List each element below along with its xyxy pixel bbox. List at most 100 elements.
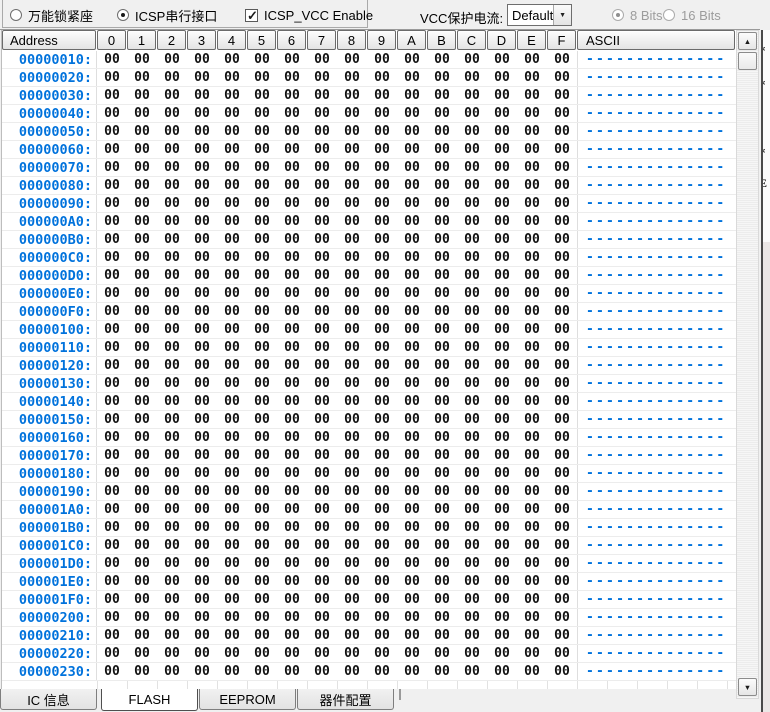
ascii-cell[interactable]: ---------------- (577, 591, 736, 608)
hex-cell[interactable]: 00 (127, 70, 157, 85)
hex-cell[interactable]: 00 (517, 358, 547, 373)
hex-cell[interactable]: 00 (547, 448, 577, 463)
hex-cell[interactable]: 00 (457, 88, 487, 103)
hex-cell[interactable]: 00 (187, 358, 217, 373)
hex-cell[interactable]: 00 (337, 304, 367, 319)
hex-cell[interactable]: 00 (97, 286, 127, 301)
hex-cell[interactable]: 00 (247, 610, 277, 625)
hex-cell[interactable]: 00 (247, 340, 277, 355)
vertical-scrollbar[interactable]: ▲ ▼ (736, 30, 759, 699)
hex-cell[interactable]: 00 (127, 520, 157, 535)
hex-cell[interactable]: 00 (397, 646, 427, 661)
hex-cell[interactable]: 00 (277, 304, 307, 319)
hex-cell[interactable]: 00 (127, 556, 157, 571)
ascii-cell[interactable]: ---------------- (577, 573, 736, 590)
hex-cell[interactable]: 00 (307, 124, 337, 139)
hex-cell[interactable]: 00 (277, 484, 307, 499)
hex-cell[interactable]: 00 (187, 106, 217, 121)
radio-icon[interactable] (10, 9, 22, 21)
hex-cell[interactable]: 00 (187, 322, 217, 337)
hex-cell[interactable]: 00 (337, 664, 367, 679)
hex-cell[interactable]: 00 (157, 232, 187, 247)
hex-cell[interactable]: 00 (487, 610, 517, 625)
hex-cell[interactable]: 00 (337, 142, 367, 157)
hex-cell[interactable]: 00 (277, 124, 307, 139)
hex-cell[interactable]: 00 (187, 304, 217, 319)
hex-cell[interactable]: 00 (457, 538, 487, 553)
hex-cell[interactable]: 00 (187, 664, 217, 679)
hex-cell[interactable]: 00 (547, 376, 577, 391)
hex-cell[interactable]: 00 (337, 106, 367, 121)
hex-cell[interactable]: 00 (277, 412, 307, 427)
hex-cell[interactable]: 00 (187, 610, 217, 625)
hex-cell[interactable]: 00 (157, 592, 187, 607)
hex-cell[interactable]: 00 (127, 268, 157, 283)
hex-cell[interactable]: 00 (187, 286, 217, 301)
column-header-a[interactable]: A (397, 30, 426, 50)
hex-cell[interactable]: 00 (247, 592, 277, 607)
hex-cell[interactable]: 00 (457, 340, 487, 355)
hex-cell[interactable]: 00 (427, 250, 457, 265)
hex-cell[interactable]: 00 (307, 160, 337, 175)
hex-cell[interactable]: 00 (487, 196, 517, 211)
hex-cell[interactable]: 00 (487, 664, 517, 679)
hex-cell[interactable]: 00 (367, 52, 397, 67)
hex-cell[interactable]: 00 (397, 556, 427, 571)
hex-cell[interactable]: 00 (127, 538, 157, 553)
hex-cell[interactable]: 00 (457, 322, 487, 337)
hex-cell[interactable]: 00 (337, 628, 367, 643)
hex-cell[interactable]: 00 (307, 214, 337, 229)
hex-cell[interactable]: 00 (427, 232, 457, 247)
hex-cell[interactable]: 00 (247, 376, 277, 391)
hex-cell[interactable]: 00 (307, 466, 337, 481)
ascii-cell[interactable]: ---------------- (577, 411, 736, 428)
hex-cell[interactable]: 00 (277, 448, 307, 463)
hex-cell[interactable]: 00 (127, 376, 157, 391)
hex-cell[interactable]: 00 (547, 124, 577, 139)
hex-cell[interactable]: 00 (217, 376, 247, 391)
tab-device-config[interactable]: 器件配置 (297, 689, 394, 710)
hex-cell[interactable]: 00 (517, 574, 547, 589)
hex-cell[interactable]: 00 (187, 250, 217, 265)
hex-cell[interactable]: 00 (247, 70, 277, 85)
hex-cell[interactable]: 00 (247, 196, 277, 211)
hex-cell[interactable]: 00 (307, 628, 337, 643)
hex-cell[interactable]: 00 (277, 592, 307, 607)
hex-cell[interactable]: 00 (97, 646, 127, 661)
ascii-cell[interactable]: ---------------- (577, 285, 736, 302)
hex-cell[interactable]: 00 (247, 448, 277, 463)
hex-cell[interactable]: 00 (427, 430, 457, 445)
hex-cell[interactable]: 00 (217, 466, 247, 481)
checkbox-icsp-vcc-enable[interactable]: ICSP_VCC Enable (245, 7, 373, 23)
hex-cell[interactable]: 00 (187, 502, 217, 517)
column-header-b[interactable]: B (427, 30, 456, 50)
hex-cell[interactable]: 00 (547, 88, 577, 103)
hex-cell[interactable]: 00 (397, 628, 427, 643)
tab-flash[interactable]: FLASH (101, 689, 198, 711)
hex-cell[interactable]: 00 (517, 394, 547, 409)
hex-cell[interactable]: 00 (187, 556, 217, 571)
hex-cell[interactable]: 00 (157, 52, 187, 67)
hex-cell[interactable]: 00 (97, 448, 127, 463)
hex-cell[interactable]: 00 (157, 286, 187, 301)
hex-cell[interactable]: 00 (247, 232, 277, 247)
hex-cell[interactable]: 00 (97, 70, 127, 85)
hex-cell[interactable]: 00 (247, 502, 277, 517)
hex-cell[interactable]: 00 (397, 592, 427, 607)
hex-cell[interactable]: 00 (487, 502, 517, 517)
hex-cell[interactable]: 00 (337, 646, 367, 661)
hex-cell[interactable]: 00 (427, 196, 457, 211)
hex-cell[interactable]: 00 (517, 538, 547, 553)
hex-cell[interactable]: 00 (487, 232, 517, 247)
hex-cell[interactable]: 00 (247, 142, 277, 157)
hex-cell[interactable]: 00 (457, 196, 487, 211)
hex-cell[interactable]: 00 (397, 484, 427, 499)
hex-cell[interactable]: 00 (187, 52, 217, 67)
hex-cell[interactable]: 00 (367, 268, 397, 283)
hex-cell[interactable]: 00 (217, 322, 247, 337)
hex-cell[interactable]: 00 (367, 340, 397, 355)
hex-cell[interactable]: 00 (397, 88, 427, 103)
hex-cell[interactable]: 00 (367, 610, 397, 625)
hex-cell[interactable]: 00 (427, 322, 457, 337)
column-header-address[interactable]: Address (2, 30, 96, 50)
